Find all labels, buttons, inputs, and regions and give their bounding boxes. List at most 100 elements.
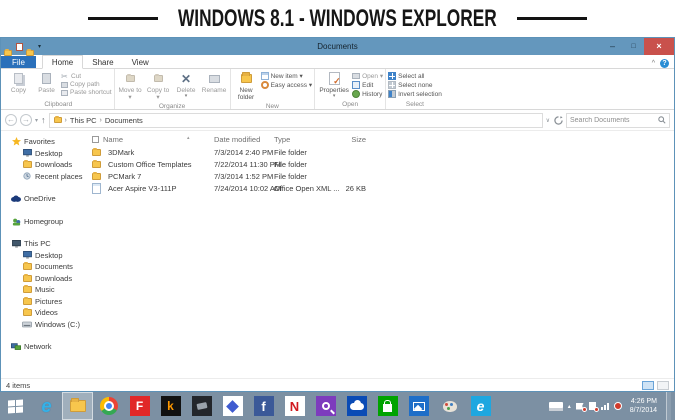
column-name[interactable]: Name — [103, 135, 123, 144]
sidebar-item-desktop[interactable]: Desktop — [1, 148, 87, 160]
taskbar-paint-button[interactable] — [434, 392, 465, 420]
edit-button[interactable]: Edit — [352, 81, 383, 89]
taskbar-flipboard-button[interactable]: F — [124, 392, 155, 420]
up-button[interactable]: ↑ — [41, 115, 46, 125]
copy-button[interactable]: Copy — [5, 70, 32, 94]
sidebar-item-pc-downloads[interactable]: Downloads — [1, 273, 87, 285]
taskbar-kindle-button[interactable]: k — [155, 392, 186, 420]
sidebar-item-this-pc[interactable]: This PC — [1, 238, 87, 250]
sidebar-item-recent-places[interactable]: Recent places — [1, 171, 87, 183]
new-folder-button[interactable]: New folder — [233, 70, 260, 102]
device-icon[interactable] — [589, 402, 596, 410]
document-icon — [92, 183, 104, 193]
breadcrumb-documents[interactable]: Documents — [105, 116, 143, 125]
rename-button[interactable]: Rename — [201, 70, 228, 94]
action-center-flag-icon[interactable] — [576, 403, 584, 410]
select-all-checkbox[interactable] — [92, 136, 99, 143]
open-button[interactable]: Open ▾ — [352, 72, 383, 80]
start-button[interactable] — [0, 392, 31, 420]
network-signal-icon[interactable] — [601, 403, 609, 410]
copy-to-button[interactable]: Copy to ▾ — [145, 70, 172, 102]
search-input[interactable] — [570, 117, 658, 124]
sidebar-item-pc-pictures[interactable]: Pictures — [1, 296, 87, 308]
address-dropdown-icon[interactable]: ∨ — [546, 117, 550, 124]
column-size[interactable]: Size — [332, 135, 366, 144]
select-none-icon — [388, 81, 396, 89]
recent-places-icon — [22, 172, 32, 181]
taskbar-ie-metro-button[interactable]: e — [465, 392, 496, 420]
column-date-modified[interactable]: Date modified — [214, 135, 274, 144]
sidebar-item-pc-windows-c[interactable]: Windows (C:) — [1, 319, 87, 331]
sidebar-item-onedrive[interactable]: OneDrive — [1, 193, 87, 205]
taskbar-ie-button[interactable]: e — [31, 392, 62, 420]
help-icon[interactable]: ? — [660, 59, 669, 68]
back-button[interactable]: ← — [5, 114, 17, 126]
minimize-button[interactable]: – — [602, 38, 623, 55]
taskbar-clock[interactable]: 4:26 PM 8/7/2014 — [627, 397, 657, 415]
invert-selection-button[interactable]: Invert selection — [388, 90, 442, 98]
taskbar-netflix-button[interactable]: N — [279, 392, 310, 420]
select-all-button[interactable]: Select all — [388, 72, 442, 80]
folder-icon — [92, 159, 104, 169]
search-box[interactable] — [566, 113, 670, 128]
delete-dropdown-icon[interactable]: ▾ — [185, 94, 188, 99]
cut-button[interactable]: ✂ Cut — [61, 72, 112, 80]
paste-shortcut-button[interactable]: Paste shortcut — [61, 89, 112, 96]
details-view-toggle[interactable] — [642, 381, 654, 390]
taskbar-onedrive-button[interactable] — [341, 392, 372, 420]
taskbar-explorer-button[interactable] — [62, 392, 93, 420]
easy-access-button[interactable]: Easy access ▾ — [261, 81, 313, 89]
properties-dropdown-icon[interactable]: ▾ — [333, 94, 336, 99]
ribbon-collapse-icon[interactable]: ^ — [652, 60, 655, 67]
system-tray: ▴ 4:26 PM 8/7/2014 — [549, 392, 675, 420]
taskbar-metro-app-button[interactable] — [217, 392, 248, 420]
taskbar-photos-button[interactable] — [403, 392, 434, 420]
taskbar-dark-app-button[interactable] — [186, 392, 217, 420]
volume-status-icon[interactable] — [614, 402, 622, 410]
sidebar-item-downloads[interactable]: Downloads — [1, 159, 87, 171]
taskbar-facebook-button[interactable]: f — [248, 392, 279, 420]
sidebar-item-homegroup[interactable]: Homegroup — [1, 216, 87, 228]
sidebar-item-pc-documents[interactable]: Documents — [1, 261, 87, 273]
tab-home[interactable]: Home — [42, 55, 83, 69]
paste-button[interactable]: Paste — [33, 70, 60, 94]
refresh-icon[interactable] — [554, 116, 563, 125]
properties-button[interactable]: Properties ▾ — [317, 70, 351, 99]
sidebar-item-pc-videos[interactable]: Videos — [1, 307, 87, 319]
show-desktop-button[interactable] — [666, 392, 671, 420]
sidebar-item-pc-music[interactable]: Music — [1, 284, 87, 296]
touch-keyboard-icon[interactable] — [549, 402, 563, 411]
move-to-button[interactable]: Move to ▾ — [117, 70, 144, 102]
recent-locations-icon[interactable]: ▾ — [35, 117, 38, 124]
titlebar[interactable]: ▾ Documents – □ × — [1, 38, 674, 55]
sidebar-item-favorites[interactable]: Favorites — [1, 136, 87, 148]
tab-view[interactable]: View — [123, 56, 158, 68]
close-button[interactable]: × — [644, 38, 674, 55]
taskbar-search-app-button[interactable] — [310, 392, 341, 420]
maximize-button[interactable]: □ — [623, 38, 644, 55]
delete-button[interactable]: ✕ Delete ▾ — [173, 70, 200, 99]
tray-chevron-icon[interactable]: ▴ — [568, 403, 571, 410]
file-row-custom-office-templates[interactable]: Custom Office Templates 7/22/2014 11:30 … — [87, 158, 674, 170]
tab-file[interactable]: File — [1, 56, 36, 68]
breadcrumb[interactable]: › This PC › Documents — [49, 113, 543, 128]
sidebar-item-network[interactable]: Network — [1, 341, 87, 353]
file-row-3dmark[interactable]: 3DMark 7/3/2014 2:40 PM File folder — [87, 146, 674, 158]
new-item-button[interactable]: New item ▾ — [261, 72, 313, 80]
file-row-pcmark7[interactable]: PCMark 7 7/3/2014 1:52 PM File folder — [87, 170, 674, 182]
column-type[interactable]: Type — [274, 135, 332, 144]
photos-icon — [409, 396, 429, 416]
forward-button[interactable]: → — [20, 114, 32, 126]
search-icon[interactable] — [658, 116, 666, 124]
file-row-acer-aspire[interactable]: Acer Aspire V3-111P 7/24/2014 10:02 AM O… — [87, 182, 674, 194]
breadcrumb-this-pc[interactable]: This PC — [70, 116, 97, 125]
history-button[interactable]: History — [352, 90, 383, 98]
tab-share[interactable]: Share — [83, 56, 122, 68]
sidebar-item-pc-desktop[interactable]: Desktop — [1, 250, 87, 262]
select-none-button[interactable]: Select none — [388, 81, 442, 89]
large-icons-view-toggle[interactable] — [657, 381, 669, 390]
metro-app-icon — [223, 396, 243, 416]
copy-path-button[interactable]: Copy path — [61, 81, 112, 88]
taskbar-store-button[interactable] — [372, 392, 403, 420]
taskbar-chrome-button[interactable] — [93, 392, 124, 420]
